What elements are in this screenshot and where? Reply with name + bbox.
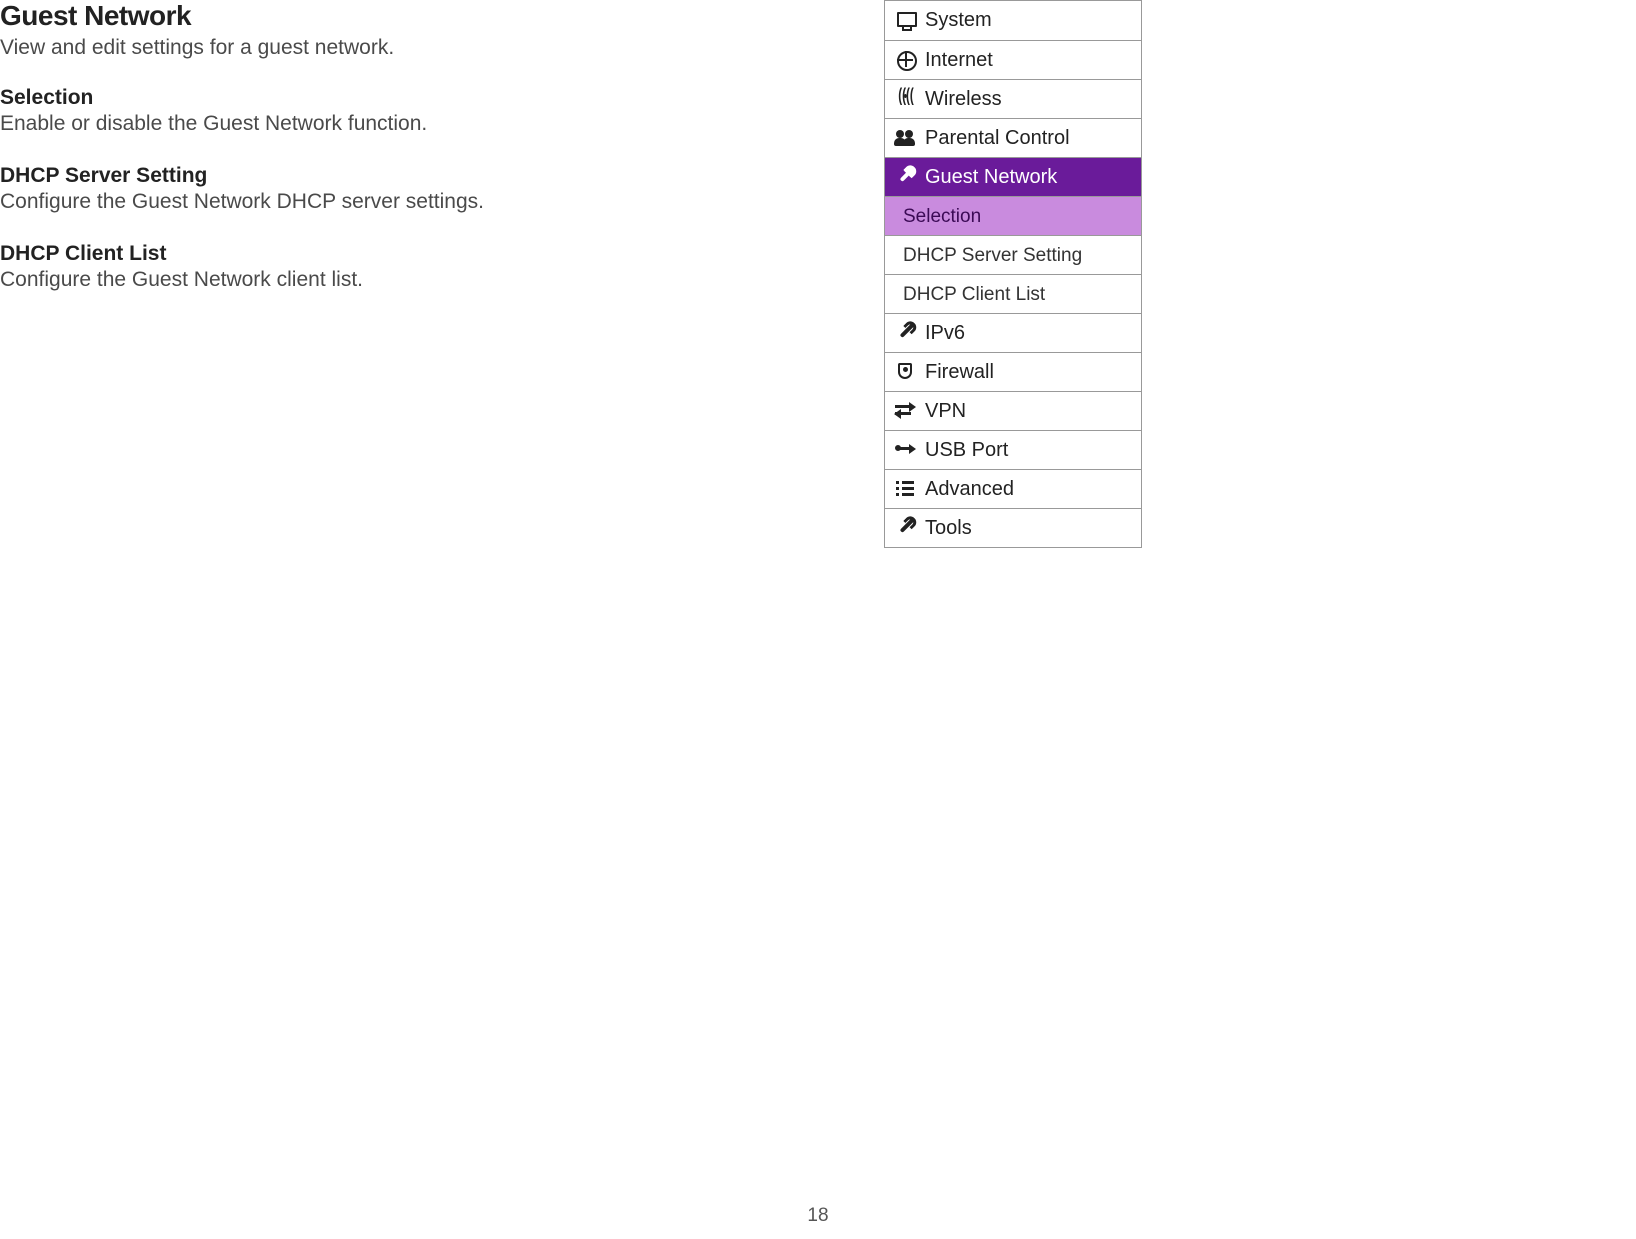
sidebar-item-label: VPN <box>921 400 966 423</box>
section-title-dhcp-server: DHCP Server Setting <box>0 164 820 188</box>
section-title-dhcp-client: DHCP Client List <box>0 242 820 266</box>
wifi-icon <box>891 88 921 110</box>
wrench-icon <box>891 517 921 539</box>
sidebar-item-label: IPv6 <box>921 322 965 345</box>
sidebar-item-tools[interactable]: Tools <box>885 508 1141 547</box>
globe-icon <box>891 49 921 71</box>
sidebar-item-advanced[interactable]: Advanced <box>885 469 1141 508</box>
page-description: View and edit settings for a guest netwo… <box>0 36 820 60</box>
sidebar-item-system[interactable]: System <box>885 1 1141 40</box>
sidebar-sub-dhcp-client-list[interactable]: DHCP Client List <box>885 274 1141 313</box>
sidebar-item-label: Guest Network <box>921 166 1057 189</box>
sidebar-item-label: Advanced <box>921 478 1014 501</box>
wrench-icon <box>891 322 921 344</box>
sidebar-item-firewall[interactable]: Firewall <box>885 352 1141 391</box>
sidebar-item-parental-control[interactable]: Parental Control <box>885 118 1141 157</box>
wrench-icon <box>891 166 921 188</box>
list-icon <box>891 478 921 500</box>
sidebar-item-usb-port[interactable]: USB Port <box>885 430 1141 469</box>
arrows-icon <box>891 400 921 422</box>
sidebar-menu: System Internet Wireless Parental Contro… <box>884 0 1142 548</box>
sidebar-item-label: Wireless <box>921 88 1002 111</box>
sidebar-item-wireless[interactable]: Wireless <box>885 79 1141 118</box>
sidebar-sub-selection[interactable]: Selection <box>885 196 1141 235</box>
usb-icon <box>891 439 921 461</box>
page-number: 18 <box>0 1205 1636 1227</box>
sidebar-item-internet[interactable]: Internet <box>885 40 1141 79</box>
monitor-icon <box>891 10 921 32</box>
section-desc-dhcp-server: Configure the Guest Network DHCP server … <box>0 190 820 214</box>
sidebar-item-label: Tools <box>921 517 972 540</box>
content-column: Guest Network View and edit settings for… <box>0 0 820 320</box>
section-desc-dhcp-client: Configure the Guest Network client list. <box>0 268 820 292</box>
sidebar-item-vpn[interactable]: VPN <box>885 391 1141 430</box>
section-title-selection: Selection <box>0 86 820 110</box>
shield-icon <box>891 361 921 383</box>
sidebar-item-label: USB Port <box>921 439 1008 462</box>
users-icon <box>891 127 921 149</box>
sidebar-item-label: Internet <box>921 49 993 72</box>
section-desc-selection: Enable or disable the Guest Network func… <box>0 112 820 136</box>
sidebar-item-ipv6[interactable]: IPv6 <box>885 313 1141 352</box>
sidebar-item-label: Firewall <box>921 361 994 384</box>
sidebar-item-guest-network[interactable]: Guest Network <box>885 157 1141 196</box>
sidebar-item-label: System <box>921 9 992 32</box>
sidebar-item-label: Parental Control <box>921 127 1070 150</box>
sidebar-sub-dhcp-server-setting[interactable]: DHCP Server Setting <box>885 235 1141 274</box>
page-title: Guest Network <box>0 0 820 32</box>
